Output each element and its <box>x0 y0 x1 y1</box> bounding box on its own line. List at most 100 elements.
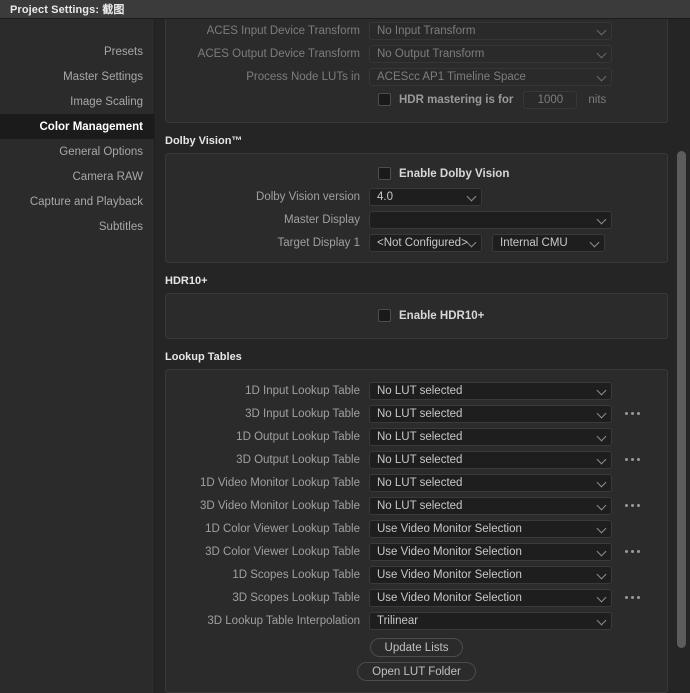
lookup-table-dropdown[interactable]: No LUT selected <box>369 381 612 400</box>
sidebar-item-camera-raw[interactable]: Camera RAW <box>0 164 154 189</box>
dolby-vision-version-value: 4.0 <box>377 190 393 203</box>
lookup-tables-section-title: Lookup Tables <box>165 351 242 363</box>
chevron-down-icon <box>596 523 607 533</box>
chevron-down-icon <box>596 500 607 510</box>
lookup-table-dropdown[interactable]: No LUT selected <box>369 473 612 492</box>
aces-row-value: No Output Transform <box>377 47 485 60</box>
update-lists-button[interactable]: Update Lists <box>369 638 464 657</box>
chevron-down-icon <box>596 454 607 464</box>
update-lists-row: Update Lists <box>166 638 667 657</box>
target-display-row: Target Display 1 <Not Configured> Intern… <box>166 231 667 254</box>
chevron-down-icon <box>596 592 607 602</box>
hdr-mastering-nits-input[interactable]: 1000 <box>523 90 578 109</box>
chevron-down-icon <box>596 546 607 556</box>
lookup-table-row: 1D Color Viewer Lookup Table Use Video Mo… <box>166 517 667 540</box>
lookup-table-label: 3D Scopes Lookup Table <box>232 591 360 604</box>
lookup-table-value: No LUT selected <box>377 453 463 466</box>
lookup-table-dropdown[interactable]: No LUT selected <box>369 450 612 469</box>
dolby-vision-version-dropdown[interactable]: 4.0 <box>369 187 482 206</box>
sidebar-item-capture-and-playback[interactable]: Capture and Playback <box>0 189 154 214</box>
aces-row-dropdown[interactable]: No Output Transform <box>369 44 612 63</box>
master-display-dropdown[interactable] <box>369 210 612 229</box>
chevron-down-icon <box>466 237 477 247</box>
aces-row-dropdown[interactable]: No Input Transform <box>369 21 612 40</box>
target-display-dropdown[interactable]: <Not Configured> <box>369 233 482 252</box>
lookup-table-label: 3D Video Monitor Lookup Table <box>199 499 360 512</box>
lookup-table-dropdown[interactable]: Use Video Monitor Selection <box>369 542 612 561</box>
ellipsis-icon <box>636 458 640 461</box>
open-lut-folder-row: Open LUT Folder <box>166 662 667 681</box>
aces-row-label: Process Node LUTs in <box>246 70 360 83</box>
aces-row: ACES Input Device Transform No Input Tran… <box>166 19 667 42</box>
lookup-table-dropdown[interactable]: No LUT selected <box>369 427 612 446</box>
chevron-down-icon <box>596 385 607 395</box>
chevron-down-icon <box>596 408 607 418</box>
chevron-down-icon <box>596 615 607 625</box>
lookup-table-row: 3D Color Viewer Lookup Table Use Video Mo… <box>166 540 667 563</box>
target-display-cmu-dropdown[interactable]: Internal CMU <box>492 233 605 252</box>
lookup-table-browse-button[interactable] <box>619 451 645 469</box>
aces-row: ACES Output Device Transform No Output Tr… <box>166 42 667 65</box>
lookup-table-value: No LUT selected <box>377 476 463 489</box>
lookup-table-row: 3D Video Monitor Lookup Table No LUT sele… <box>166 494 667 517</box>
sidebar-item-label: Master Settings <box>63 70 143 83</box>
open-lut-folder-button[interactable]: Open LUT Folder <box>357 662 476 681</box>
lookup-table-dropdown[interactable]: Use Video Monitor Selection <box>369 565 612 584</box>
lookup-table-value: No LUT selected <box>377 499 463 512</box>
ellipsis-icon <box>630 412 634 415</box>
master-display-label: Master Display <box>283 213 360 226</box>
enable-dolby-vision-checkbox[interactable] <box>378 167 391 180</box>
chevron-down-icon <box>466 191 477 201</box>
lookup-table-value: Use Video Monitor Selection <box>377 591 522 604</box>
lookup-table-label: 3D Output Lookup Table <box>236 453 360 466</box>
lookup-table-dropdown[interactable]: No LUT selected <box>369 404 612 423</box>
chevron-down-icon <box>596 431 607 441</box>
sidebar-item-color-management[interactable]: Color Management <box>0 114 154 139</box>
ellipsis-icon <box>636 596 640 599</box>
sidebar-item-label: Capture and Playback <box>29 195 143 208</box>
enable-hdr10plus-row: Enable HDR10+ <box>166 304 667 327</box>
lookup-table-row: 1D Video Monitor Lookup Table No LUT sele… <box>166 471 667 494</box>
dolby-vision-version-label: Dolby Vision version <box>256 190 360 203</box>
ellipsis-icon <box>630 550 634 553</box>
ellipsis-icon <box>636 504 640 507</box>
lookup-table-label: 3D Lookup Table Interpolation <box>207 614 360 627</box>
sidebar-item-presets[interactable]: Presets <box>0 39 154 64</box>
lookup-tables-panel: 1D Input Lookup Table No LUT selected 3D I… <box>165 369 668 693</box>
master-display-row: Master Display <box>166 208 667 231</box>
lookup-table-dropdown[interactable]: Use Video Monitor Selection <box>369 588 612 607</box>
hdr-mastering-unit-label: nits <box>588 93 607 106</box>
settings-content: ACES Input Device Transform No Input Tran… <box>156 19 690 693</box>
hdr-mastering-label: HDR mastering is for <box>399 93 514 106</box>
lookup-table-browse-button[interactable] <box>619 543 645 561</box>
lookup-table-browse-button[interactable] <box>619 589 645 607</box>
lookup-table-dropdown[interactable]: No LUT selected <box>369 496 612 515</box>
sidebar-item-image-scaling[interactable]: Image Scaling <box>0 89 154 114</box>
ellipsis-icon <box>624 458 628 461</box>
hdr-mastering-checkbox[interactable] <box>378 93 391 106</box>
sidebar-item-master-settings[interactable]: Master Settings <box>0 64 154 89</box>
lookup-table-dropdown[interactable]: Trilinear <box>369 611 612 630</box>
enable-dolby-vision-label: Enable Dolby Vision <box>399 167 510 180</box>
lookup-table-label: 1D Video Monitor Lookup Table <box>199 476 360 489</box>
enable-hdr10plus-label: Enable HDR10+ <box>399 309 485 322</box>
sidebar-item-label: Presets <box>104 45 143 58</box>
chevron-down-icon <box>596 214 607 224</box>
content-scrollbar[interactable] <box>677 20 686 692</box>
sidebar-item-label: General Options <box>59 145 143 158</box>
sidebar-item-subtitles[interactable]: Subtitles <box>0 214 154 239</box>
lookup-table-dropdown[interactable]: Use Video Monitor Selection <box>369 519 612 538</box>
hdr-mastering-row: HDR mastering is for 1000 nits <box>166 88 667 111</box>
lookup-table-browse-button[interactable] <box>619 405 645 423</box>
lookup-table-value: No LUT selected <box>377 384 463 397</box>
enable-hdr10plus-checkbox[interactable] <box>378 309 391 322</box>
lookup-table-value: Use Video Monitor Selection <box>377 545 522 558</box>
sidebar-item-label: Subtitles <box>98 220 143 233</box>
content-scrollbar-thumb[interactable] <box>677 151 686 648</box>
window-title: Project Settings: 截图 <box>10 4 125 16</box>
lookup-table-browse-button[interactable] <box>619 497 645 515</box>
ellipsis-icon <box>630 458 634 461</box>
sidebar-item-general-options[interactable]: General Options <box>0 139 154 164</box>
sidebar-item-label: Image Scaling <box>70 95 143 108</box>
aces-row-dropdown[interactable]: ACEScc AP1 Timeline Space <box>369 67 612 86</box>
